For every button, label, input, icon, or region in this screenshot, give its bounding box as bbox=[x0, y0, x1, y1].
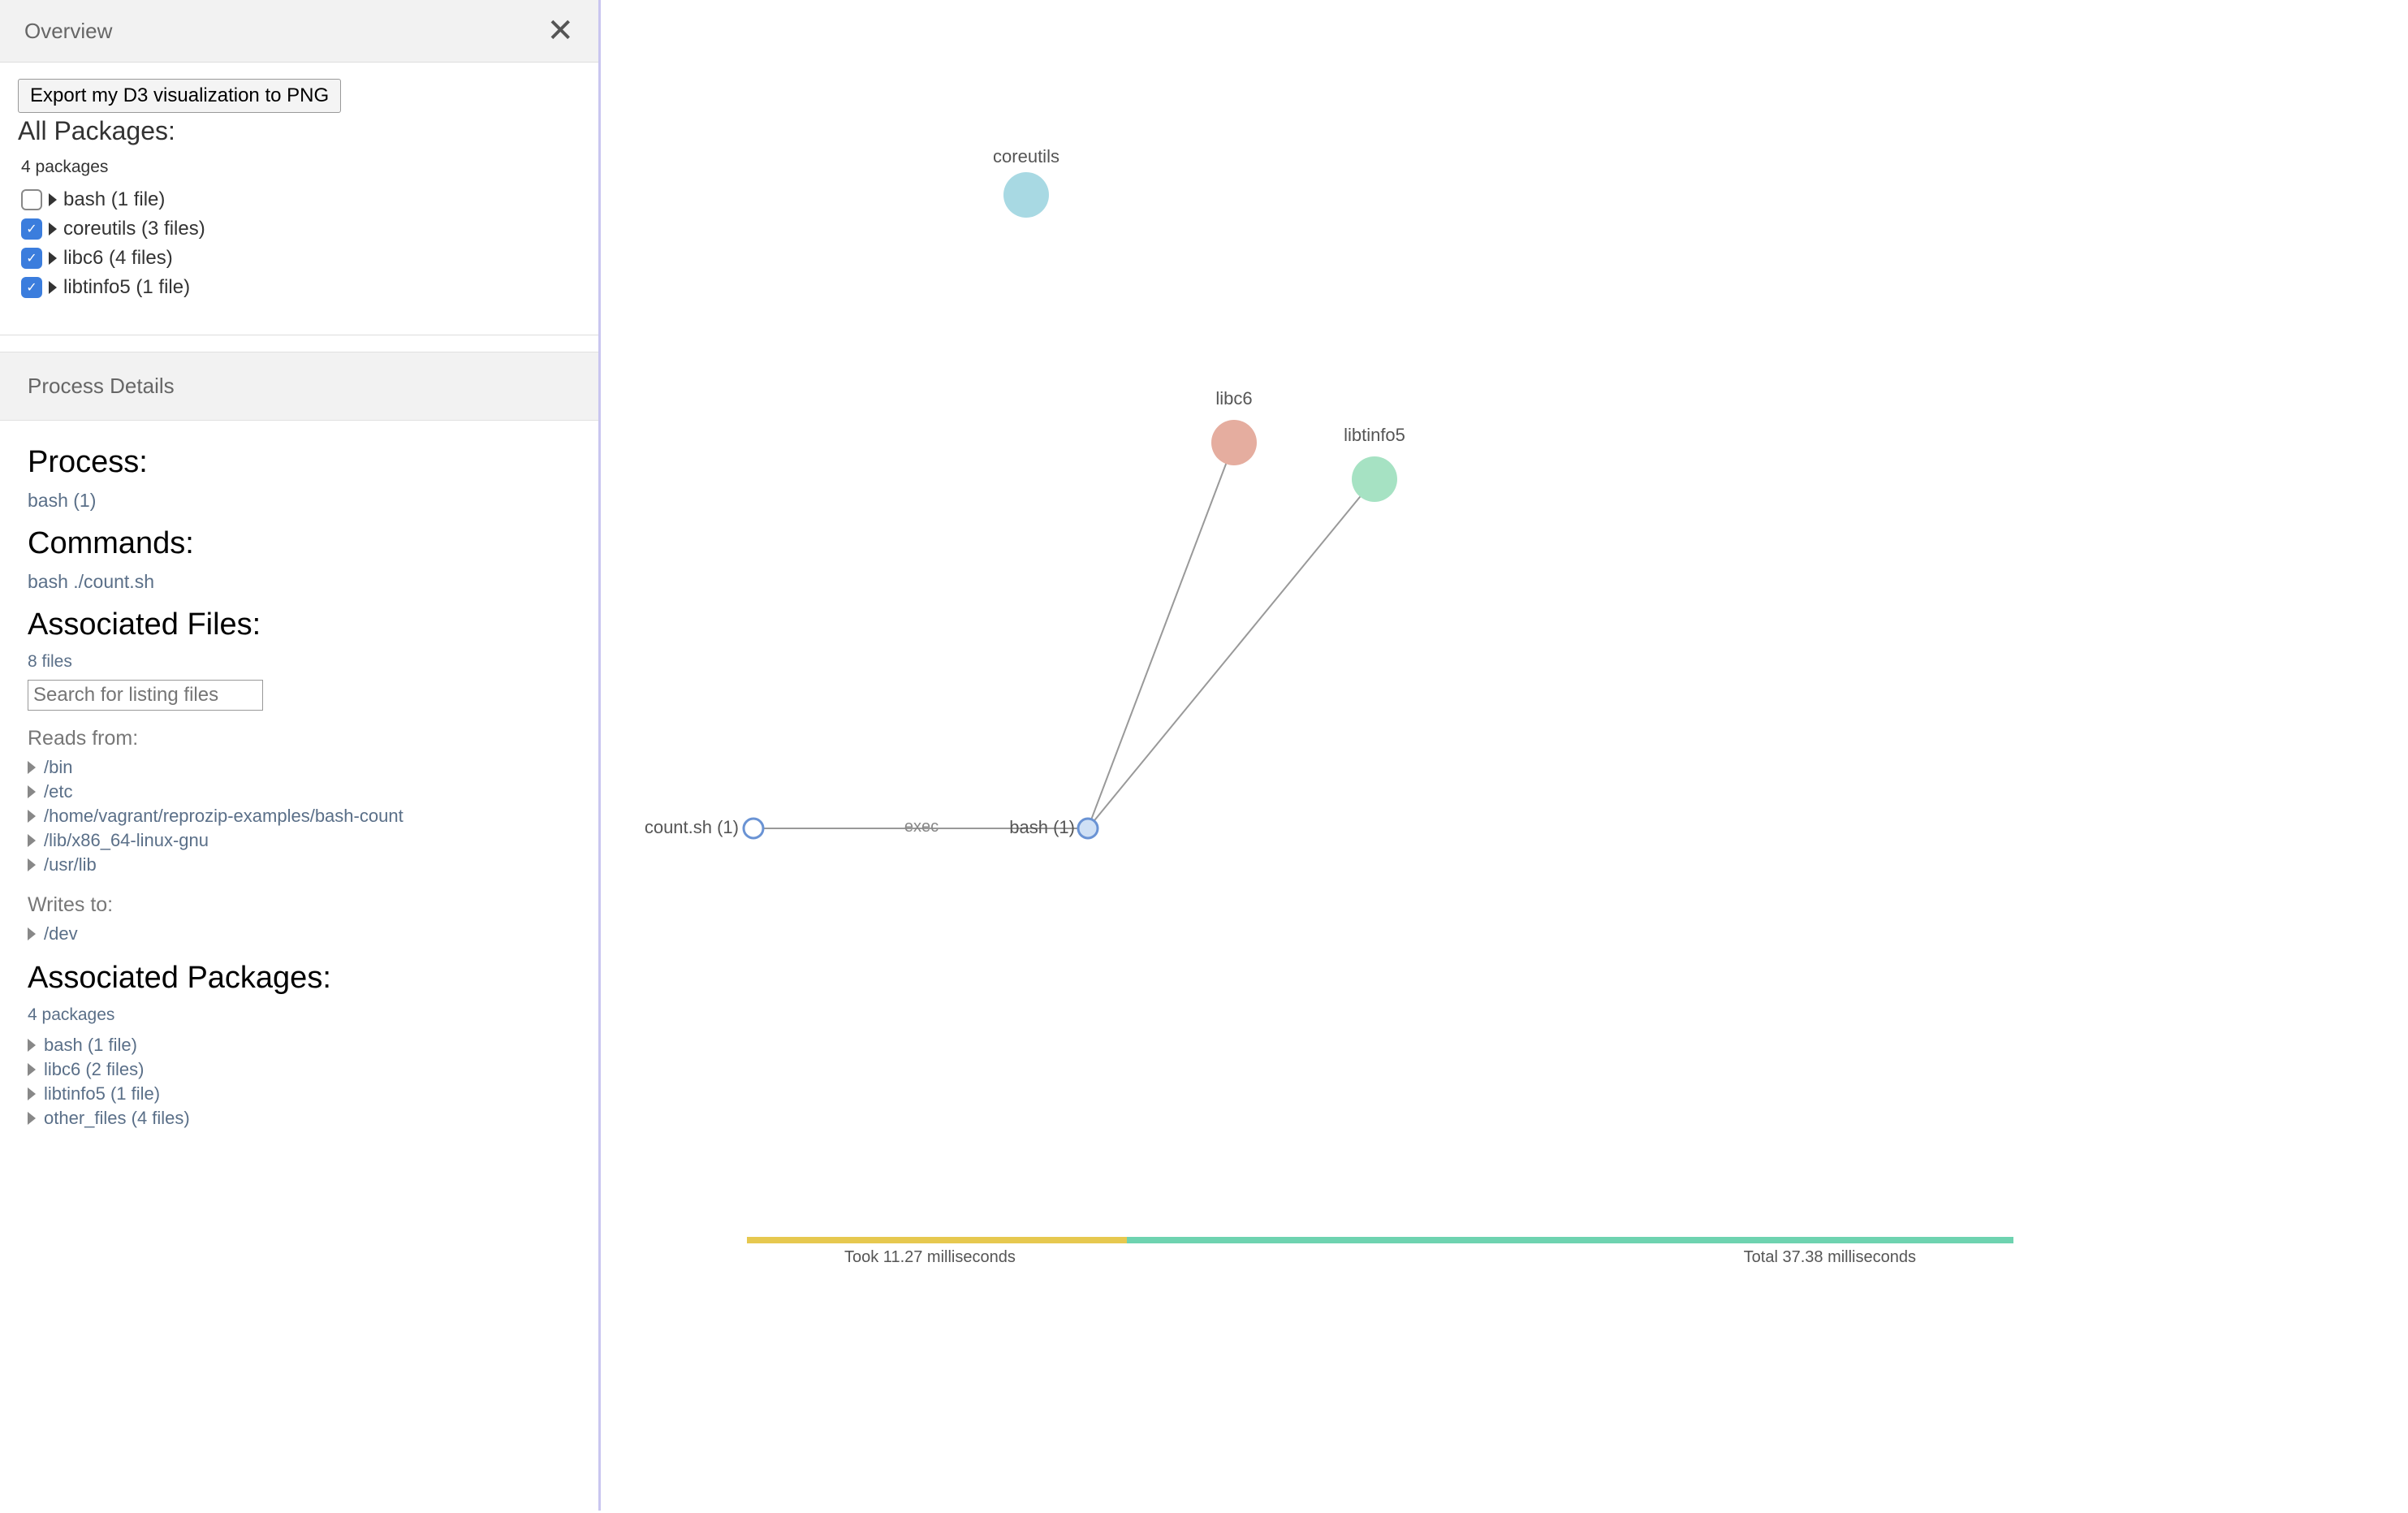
tree-item[interactable]: libc6 (2 files) bbox=[28, 1057, 571, 1082]
node-libc6[interactable] bbox=[1211, 420, 1257, 465]
node-libc6-label: libc6 bbox=[1215, 388, 1252, 409]
assoc-pkgs-count: 4 packages bbox=[28, 1005, 571, 1025]
timeline-bar[interactable] bbox=[747, 1237, 2013, 1243]
expand-icon[interactable] bbox=[49, 223, 57, 236]
node-count[interactable] bbox=[744, 819, 763, 838]
package-item[interactable]: ✓ libc6 (4 files) bbox=[21, 244, 580, 273]
writes-to-label: Writes to: bbox=[28, 893, 571, 917]
tree-item[interactable]: /lib/x86_64-linux-gnu bbox=[28, 828, 571, 853]
expand-icon[interactable] bbox=[28, 1039, 36, 1052]
node-bash[interactable] bbox=[1078, 819, 1098, 838]
command-value: bash ./count.sh bbox=[28, 571, 571, 593]
assoc-pkgs-heading: Associated Packages: bbox=[28, 961, 571, 996]
tree-item-label: libtinfo5 (1 file) bbox=[44, 1083, 160, 1104]
tree-item[interactable]: /bin bbox=[28, 755, 571, 780]
process-details-header: Process Details bbox=[0, 352, 598, 421]
tree-item-label: /usr/lib bbox=[44, 854, 97, 875]
package-label: coreutils (3 files) bbox=[63, 218, 205, 240]
node-libtinfo5-label: libtinfo5 bbox=[1344, 425, 1405, 445]
timeline-segment-green bbox=[1127, 1237, 2013, 1243]
checkbox-icon[interactable]: ✓ bbox=[21, 218, 42, 240]
checkbox-icon[interactable] bbox=[21, 189, 42, 210]
expand-icon[interactable] bbox=[49, 281, 57, 294]
timeline-segment-yellow bbox=[747, 1237, 1127, 1243]
tree-item-label: bash (1 file) bbox=[44, 1035, 137, 1056]
expand-icon[interactable] bbox=[28, 1112, 36, 1125]
expand-icon[interactable] bbox=[28, 785, 36, 798]
commands-heading: Commands: bbox=[28, 526, 571, 561]
node-count-label: count.sh (1) bbox=[645, 817, 739, 837]
tree-item-label: /home/vagrant/reprozip-examples/bash-cou… bbox=[44, 806, 403, 827]
tree-item[interactable]: libtinfo5 (1 file) bbox=[28, 1082, 571, 1106]
tree-item[interactable]: /usr/lib bbox=[28, 853, 571, 877]
timeline-took-label: Took 11.27 milliseconds bbox=[844, 1248, 1016, 1267]
tree-item-label: /etc bbox=[44, 781, 72, 802]
tree-item-label: /bin bbox=[44, 757, 72, 778]
all-packages-heading: All Packages: bbox=[18, 116, 580, 146]
expand-icon[interactable] bbox=[49, 252, 57, 265]
expand-icon[interactable] bbox=[28, 1063, 36, 1076]
files-count: 8 files bbox=[28, 652, 571, 672]
expand-icon[interactable] bbox=[28, 761, 36, 774]
package-label: libc6 (4 files) bbox=[63, 247, 173, 270]
timeline-total-label: Total 37.38 milliseconds bbox=[1744, 1248, 1916, 1267]
expand-icon[interactable] bbox=[28, 1087, 36, 1100]
graph-viz[interactable]: exec coreutils libc6 libtinfo5 count.sh … bbox=[601, 0, 2408, 1511]
node-coreutils[interactable] bbox=[1003, 172, 1049, 218]
package-label: bash (1 file) bbox=[63, 188, 165, 211]
search-input[interactable] bbox=[28, 680, 263, 711]
tree-item[interactable]: /etc bbox=[28, 780, 571, 804]
packages-count: 4 packages bbox=[21, 158, 580, 177]
node-libtinfo5[interactable] bbox=[1352, 456, 1397, 502]
package-item[interactable]: ✓ libtinfo5 (1 file) bbox=[21, 273, 580, 302]
process-heading: Process: bbox=[28, 445, 571, 480]
expand-icon[interactable] bbox=[49, 193, 57, 206]
checkbox-icon[interactable]: ✓ bbox=[21, 248, 42, 269]
tree-item-label: other_files (4 files) bbox=[44, 1108, 190, 1129]
node-bash-label: bash (1) bbox=[1009, 817, 1075, 837]
files-heading: Associated Files: bbox=[28, 607, 571, 642]
close-icon[interactable]: ✕ bbox=[546, 15, 574, 47]
tree-item-label: libc6 (2 files) bbox=[44, 1059, 144, 1080]
expand-icon[interactable] bbox=[28, 858, 36, 871]
tree-item-label: /dev bbox=[44, 923, 78, 945]
expand-icon[interactable] bbox=[28, 834, 36, 847]
overview-title: Overview bbox=[24, 19, 112, 44]
edge-label: exec bbox=[904, 818, 939, 836]
expand-icon[interactable] bbox=[28, 927, 36, 940]
tree-item[interactable]: other_files (4 files) bbox=[28, 1106, 571, 1130]
tree-item[interactable]: /home/vagrant/reprozip-examples/bash-cou… bbox=[28, 804, 571, 828]
expand-icon[interactable] bbox=[28, 810, 36, 823]
graph-edge bbox=[1088, 479, 1374, 828]
process-value[interactable]: bash (1) bbox=[28, 490, 571, 512]
timeline[interactable]: Took 11.27 milliseconds Total 37.38 mill… bbox=[747, 1237, 2013, 1267]
package-item[interactable]: ✓ coreutils (3 files) bbox=[21, 214, 580, 244]
export-button[interactable]: Export my D3 visualization to PNG bbox=[18, 79, 341, 113]
graph-edge bbox=[1088, 443, 1234, 828]
tree-item[interactable]: bash (1 file) bbox=[28, 1033, 571, 1057]
checkbox-icon[interactable]: ✓ bbox=[21, 277, 42, 298]
reads-from-label: Reads from: bbox=[28, 727, 571, 750]
package-item[interactable]: bash (1 file) bbox=[21, 185, 580, 214]
package-label: libtinfo5 (1 file) bbox=[63, 276, 190, 299]
node-coreutils-label: coreutils bbox=[993, 146, 1059, 166]
tree-item-label: /lib/x86_64-linux-gnu bbox=[44, 830, 209, 851]
overview-header: Overview ✕ bbox=[0, 0, 598, 63]
tree-item[interactable]: /dev bbox=[28, 922, 571, 946]
